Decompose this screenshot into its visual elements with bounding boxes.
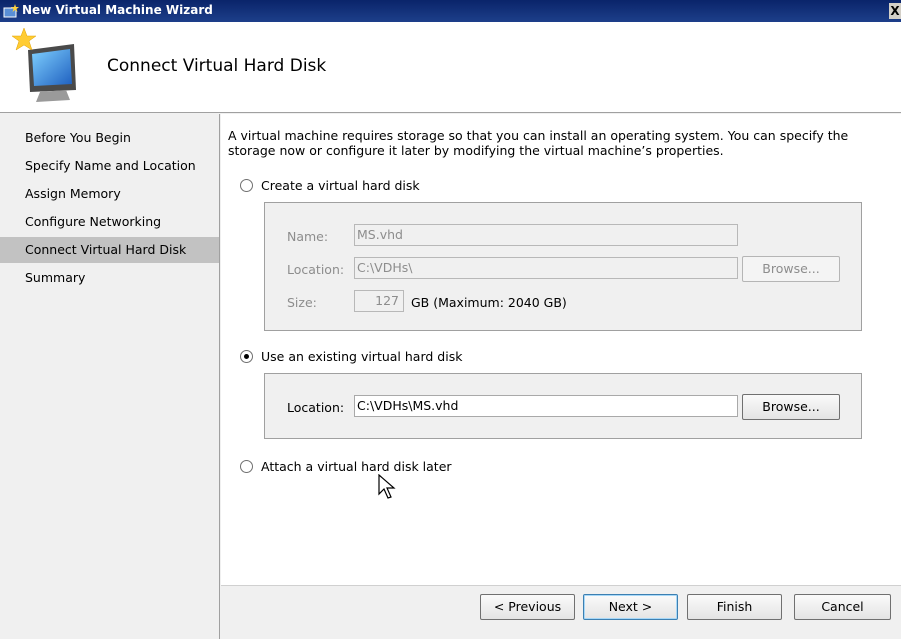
window-title: New Virtual Machine Wizard — [22, 3, 213, 17]
vhd-size-suffix: GB (Maximum: 2040 GB) — [411, 295, 567, 310]
radio-circle-selected[interactable] — [240, 350, 253, 363]
sidebar-item-assign-memory[interactable]: Assign Memory — [0, 181, 219, 207]
monitor-with-star-icon — [11, 27, 76, 102]
radio-circle[interactable] — [240, 460, 253, 473]
wizard-steps-sidebar: Before You Begin Specify Name and Locati… — [0, 114, 220, 639]
attach-later-radio[interactable]: Attach a virtual hard disk later — [240, 459, 452, 474]
existing-location-label: Location: — [287, 400, 345, 415]
create-vhd-group: Name: MS.vhd Location: C:\VDHs\ Browse..… — [264, 202, 862, 331]
attach-later-label: Attach a virtual hard disk later — [261, 459, 452, 474]
vhd-size-label: Size: — [287, 295, 317, 310]
mouse-cursor-icon — [378, 474, 396, 499]
existing-location-field[interactable]: C:\VDHs\MS.vhd — [354, 395, 738, 417]
previous-button[interactable]: < Previous — [480, 594, 575, 620]
existing-browse-button[interactable]: Browse... — [742, 394, 840, 420]
vhd-location-field[interactable]: C:\VDHs\ — [354, 257, 738, 279]
existing-vhd-radio[interactable]: Use an existing virtual hard disk — [240, 349, 462, 364]
radio-circle[interactable] — [240, 179, 253, 192]
close-button[interactable]: X — [889, 3, 901, 19]
wizard-content: A virtual machine requires storage so th… — [221, 114, 901, 585]
sidebar-item-configure-networking[interactable]: Configure Networking — [0, 209, 219, 235]
vhd-name-label: Name: — [287, 229, 329, 244]
wizard-app-icon — [3, 4, 19, 18]
vhd-size-field[interactable]: 127 — [354, 290, 404, 312]
vhd-name-field[interactable]: MS.vhd — [354, 224, 738, 246]
sidebar-item-before-you-begin[interactable]: Before You Begin — [0, 125, 219, 151]
create-vhd-radio[interactable]: Create a virtual hard disk — [240, 178, 420, 193]
sidebar-item-summary[interactable]: Summary — [0, 265, 219, 291]
page-title: Connect Virtual Hard Disk — [107, 56, 327, 76]
title-bar: New Virtual Machine Wizard X — [0, 0, 901, 22]
intro-text: A virtual machine requires storage so th… — [228, 128, 849, 158]
wizard-header: Connect Virtual Hard Disk — [0, 22, 901, 113]
sidebar-item-specify-name-and-location[interactable]: Specify Name and Location — [0, 153, 219, 179]
sidebar-item-connect-virtual-hard-disk[interactable]: Connect Virtual Hard Disk — [0, 237, 219, 263]
wizard-footer: < Previous Next > Finish Cancel — [221, 585, 901, 639]
next-button[interactable]: Next > — [583, 594, 678, 620]
cancel-button[interactable]: Cancel — [794, 594, 891, 620]
vhd-location-label: Location: — [287, 262, 345, 277]
finish-button[interactable]: Finish — [687, 594, 782, 620]
existing-vhd-group: Location: C:\VDHs\MS.vhd Browse... — [264, 373, 862, 439]
create-browse-button[interactable]: Browse... — [742, 256, 840, 282]
existing-vhd-label: Use an existing virtual hard disk — [261, 349, 463, 364]
create-vhd-label: Create a virtual hard disk — [261, 178, 420, 193]
